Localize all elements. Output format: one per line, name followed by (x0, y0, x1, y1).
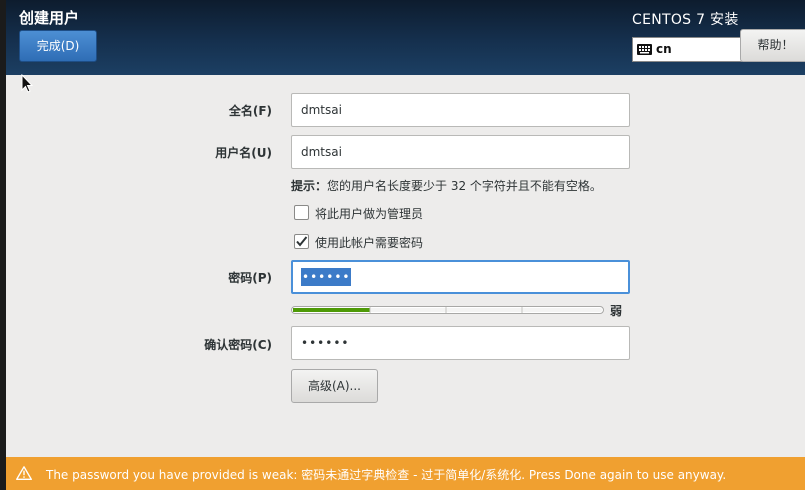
help-button[interactable]: 帮助！ (740, 29, 805, 62)
password-strength-meter (291, 306, 604, 314)
username-hint: 提示：您的用户名长度要少于 32 个字符并且不能有空格。 (291, 177, 602, 194)
fullname-label: 全名(F) (228, 104, 272, 118)
page-title: 创建用户 (19, 9, 80, 27)
checkmark-icon (296, 236, 308, 247)
admin-checkbox-label[interactable]: 将此用户做为管理员 (315, 205, 423, 222)
keyboard-layout-indicator[interactable]: cn (632, 37, 742, 62)
warning-bar: The password you have provided is weak: … (6, 457, 805, 490)
hint-prefix: 提示： (291, 179, 328, 193)
username-label: 用户名(U) (215, 146, 272, 160)
keyboard-layout-label: cn (656, 42, 672, 56)
fullname-field[interactable]: dmtsai (291, 93, 630, 127)
strength-fill (293, 308, 370, 312)
done-button[interactable]: 完成(D) (19, 30, 97, 62)
password-label: 密码(P) (228, 271, 272, 285)
confirm-password-field[interactable]: •••••• (291, 326, 630, 360)
username-field[interactable]: dmtsai (291, 135, 630, 169)
hint-text: 您的用户名长度要少于 32 个字符并且不能有空格。 (327, 179, 602, 193)
warning-message: The password you have provided is weak: … (46, 468, 727, 482)
mouse-cursor-icon (21, 74, 33, 93)
strength-label: 弱 (610, 304, 623, 318)
password-field[interactable]: •••••• (291, 260, 630, 294)
confirm-password-label: 确认密码(C) (204, 338, 272, 352)
admin-checkbox[interactable] (294, 205, 309, 220)
keyboard-icon (637, 44, 652, 55)
password-selected-text: •••••• (301, 268, 352, 286)
header-bar: 创建用户 完成(D) CENTOS 7 安装 cn 帮助！ (6, 0, 805, 75)
require-password-label[interactable]: 使用此帐户需要密码 (315, 234, 423, 251)
product-title: CENTOS 7 安装 (632, 12, 739, 28)
require-password-checkbox[interactable] (294, 234, 309, 249)
advanced-button[interactable]: 高级(A)... (291, 369, 378, 403)
warning-icon (16, 466, 32, 480)
